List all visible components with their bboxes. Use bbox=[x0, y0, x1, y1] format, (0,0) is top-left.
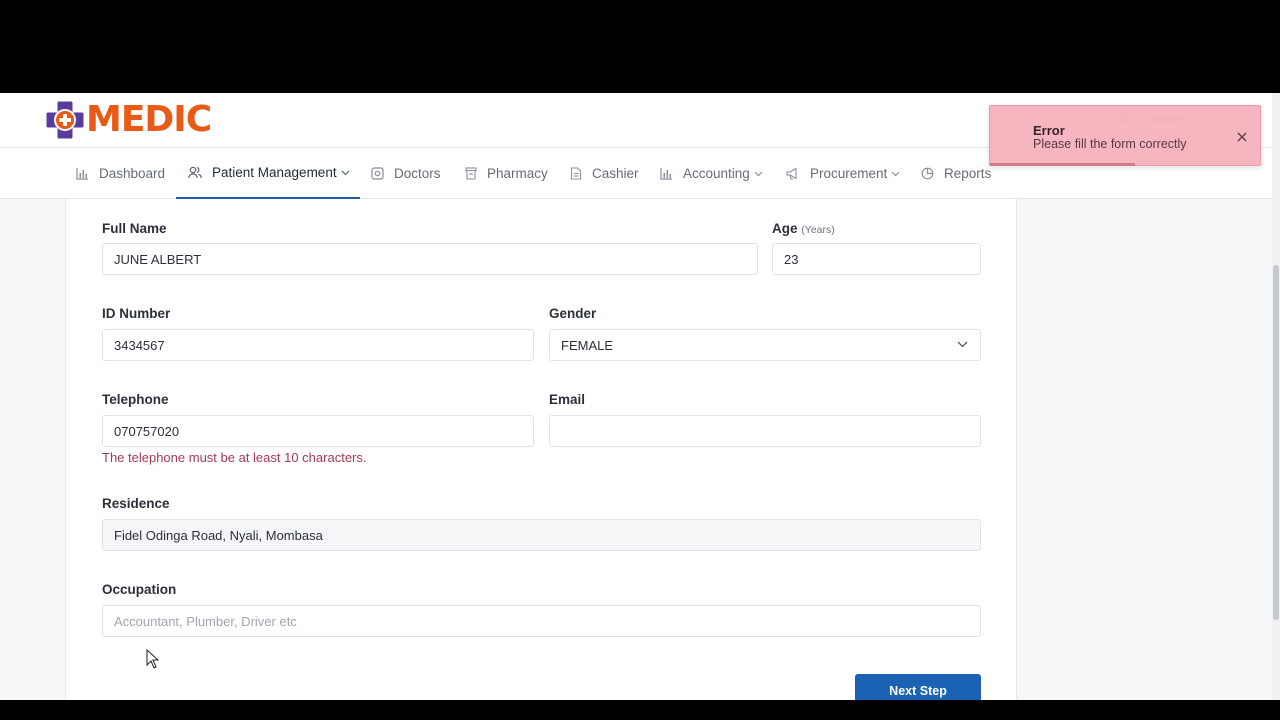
close-icon[interactable] bbox=[1236, 130, 1248, 142]
letterbox-bottom bbox=[0, 700, 1280, 720]
chevron-down-icon bbox=[754, 171, 763, 176]
id-number-label: ID Number bbox=[102, 306, 171, 321]
chevron-down-icon bbox=[891, 171, 900, 176]
email-input[interactable] bbox=[549, 415, 981, 447]
pill-bottle-icon bbox=[465, 167, 477, 180]
occupation-label: Occupation bbox=[102, 582, 177, 597]
nav-item-pharmacy[interactable]: Pharmacy bbox=[465, 148, 548, 199]
age-unit-label: (Years) bbox=[801, 224, 835, 236]
mouse-cursor-icon bbox=[146, 648, 160, 674]
gender-label: Gender bbox=[549, 306, 597, 321]
nav-item-reports[interactable]: Reports bbox=[921, 148, 991, 199]
megaphone-icon bbox=[786, 167, 797, 180]
id-number-input[interactable] bbox=[102, 329, 534, 361]
receipt-icon bbox=[570, 167, 582, 180]
next-step-button[interactable]: Next Step bbox=[855, 674, 981, 700]
error-toast: Error Please fill the form correctly bbox=[989, 105, 1261, 166]
gender-selected-value: FEMALE bbox=[561, 337, 614, 353]
residence-input[interactable] bbox=[102, 519, 981, 551]
logo-text: MEDIC bbox=[86, 99, 212, 140]
toast-title: Error bbox=[1033, 123, 1065, 138]
logo[interactable]: MEDIC bbox=[46, 99, 212, 140]
nav-item-accounting[interactable]: Accounting bbox=[660, 148, 763, 199]
app-window: MEDIC AD admin Dashboard Patient Managem… bbox=[0, 93, 1280, 700]
age-label: Age (Years) bbox=[772, 221, 835, 236]
telephone-error-message: The telephone must be at least 10 charac… bbox=[102, 450, 367, 465]
bar-chart-icon bbox=[660, 168, 672, 180]
gender-select[interactable]: FEMALE bbox=[549, 329, 981, 361]
full-name-label: Full Name bbox=[102, 221, 167, 236]
residence-label: Residence bbox=[102, 496, 170, 511]
toast-progress-bar bbox=[990, 163, 1135, 166]
chevron-down-icon bbox=[341, 170, 350, 175]
occupation-input[interactable] bbox=[102, 605, 981, 637]
medical-cross-icon bbox=[46, 101, 84, 139]
nav-item-dashboard[interactable]: Dashboard bbox=[76, 148, 165, 199]
toast-message: Please fill the form correctly bbox=[1033, 137, 1187, 151]
bar-chart-icon bbox=[76, 168, 88, 180]
nav-item-cashier[interactable]: Cashier bbox=[570, 148, 639, 199]
scrollbar-thumb[interactable] bbox=[1273, 265, 1279, 620]
nav-item-patient-management[interactable]: Patient Management bbox=[176, 148, 360, 199]
nav-item-procurement[interactable]: Procurement bbox=[786, 148, 900, 199]
email-label: Email bbox=[549, 392, 586, 407]
telephone-label: Telephone bbox=[102, 392, 169, 407]
pie-chart-icon bbox=[921, 167, 934, 180]
telephone-input[interactable] bbox=[102, 415, 534, 447]
chevron-down-icon bbox=[957, 341, 968, 348]
age-input[interactable] bbox=[772, 243, 981, 275]
nav-item-doctors[interactable]: Doctors bbox=[371, 148, 441, 199]
full-name-input[interactable] bbox=[102, 243, 758, 275]
users-icon bbox=[188, 166, 202, 179]
stethoscope-icon bbox=[371, 167, 384, 180]
page-scrollbar[interactable] bbox=[1272, 93, 1280, 700]
patient-form-card: Full Name Age (Years) ID Number Gender F… bbox=[65, 199, 1017, 700]
letterbox-top bbox=[0, 0, 1280, 93]
